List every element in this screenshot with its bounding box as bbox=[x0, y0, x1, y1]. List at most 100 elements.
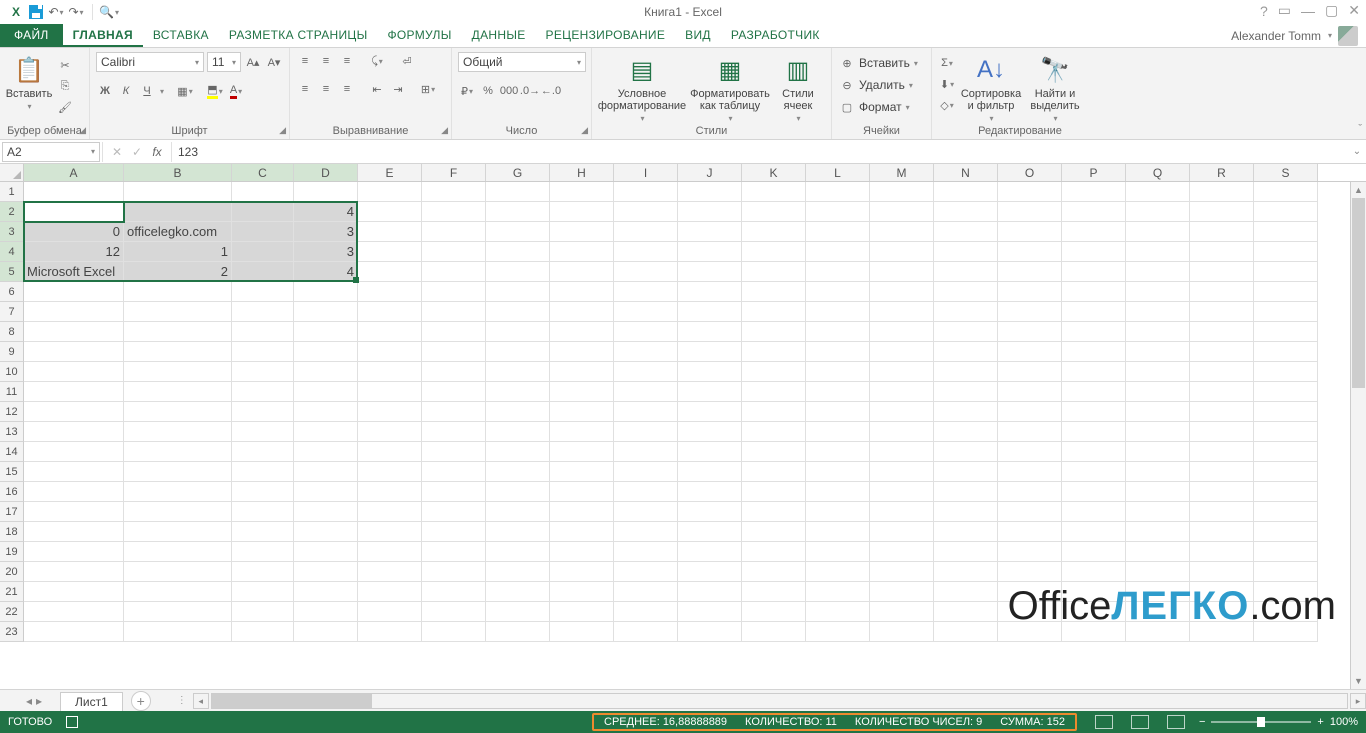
cell-R19[interactable] bbox=[1190, 542, 1254, 562]
cell-O20[interactable] bbox=[998, 562, 1062, 582]
cell-A17[interactable] bbox=[24, 502, 124, 522]
cell-G1[interactable] bbox=[486, 182, 550, 202]
cell-M22[interactable] bbox=[870, 602, 934, 622]
cell-F10[interactable] bbox=[422, 362, 486, 382]
user-account[interactable]: Alexander Tomm ▾ bbox=[1231, 24, 1366, 47]
cell-O11[interactable] bbox=[998, 382, 1062, 402]
cell-M9[interactable] bbox=[870, 342, 934, 362]
cell-H11[interactable] bbox=[550, 382, 614, 402]
fill-icon[interactable]: ⬇▾ bbox=[938, 75, 956, 93]
dialog-launcher-icon[interactable]: ◢ bbox=[279, 125, 286, 136]
cell-C5[interactable] bbox=[232, 262, 294, 282]
decrease-font-icon[interactable]: A▾ bbox=[265, 53, 283, 71]
cell-A3[interactable]: 0 bbox=[24, 222, 124, 242]
cell-B10[interactable] bbox=[124, 362, 232, 382]
cell-M10[interactable] bbox=[870, 362, 934, 382]
view-page-layout-icon[interactable] bbox=[1131, 715, 1149, 729]
cell-G22[interactable] bbox=[486, 602, 550, 622]
row-header-5[interactable]: 5 bbox=[0, 262, 24, 282]
redo-icon[interactable]: ↷▾ bbox=[68, 4, 84, 20]
cell-R16[interactable] bbox=[1190, 482, 1254, 502]
cell-A23[interactable] bbox=[24, 622, 124, 642]
cell-Q7[interactable] bbox=[1126, 302, 1190, 322]
cell-I5[interactable] bbox=[614, 262, 678, 282]
cell-H7[interactable] bbox=[550, 302, 614, 322]
cell-E2[interactable] bbox=[358, 202, 422, 222]
undo-icon[interactable]: ↶▾ bbox=[48, 4, 64, 20]
cell-C18[interactable] bbox=[232, 522, 294, 542]
cell-O12[interactable] bbox=[998, 402, 1062, 422]
cell-J7[interactable] bbox=[678, 302, 742, 322]
dialog-launcher-icon[interactable]: ◢ bbox=[581, 125, 588, 136]
cell-H19[interactable] bbox=[550, 542, 614, 562]
cell-Q8[interactable] bbox=[1126, 322, 1190, 342]
cell-J5[interactable] bbox=[678, 262, 742, 282]
column-header-M[interactable]: M bbox=[870, 164, 934, 181]
cell-M11[interactable] bbox=[870, 382, 934, 402]
tab-home[interactable]: ГЛАВНАЯ bbox=[63, 24, 143, 47]
cell-J3[interactable] bbox=[678, 222, 742, 242]
cell-P12[interactable] bbox=[1062, 402, 1126, 422]
cell-N7[interactable] bbox=[934, 302, 998, 322]
cell-H15[interactable] bbox=[550, 462, 614, 482]
cell-D3[interactable]: 3 bbox=[294, 222, 358, 242]
cell-M18[interactable] bbox=[870, 522, 934, 542]
cell-K13[interactable] bbox=[742, 422, 806, 442]
cell-B7[interactable] bbox=[124, 302, 232, 322]
format-as-table-button[interactable]: ▦ Форматировать как таблицу▾ bbox=[690, 52, 770, 123]
cell-P8[interactable] bbox=[1062, 322, 1126, 342]
zoom-control[interactable]: − + 100% bbox=[1199, 716, 1358, 728]
scroll-right-icon[interactable]: ▸ bbox=[1350, 693, 1366, 709]
cell-C3[interactable] bbox=[232, 222, 294, 242]
cell-M13[interactable] bbox=[870, 422, 934, 442]
cell-P2[interactable] bbox=[1062, 202, 1126, 222]
cell-L10[interactable] bbox=[806, 362, 870, 382]
cell-D2[interactable]: 4 bbox=[294, 202, 358, 222]
column-header-I[interactable]: I bbox=[614, 164, 678, 181]
cell-E16[interactable] bbox=[358, 482, 422, 502]
cell-G2[interactable] bbox=[486, 202, 550, 222]
clear-icon[interactable]: ◇▾ bbox=[938, 96, 956, 114]
cell-S15[interactable] bbox=[1254, 462, 1318, 482]
cell-M2[interactable] bbox=[870, 202, 934, 222]
cell-P1[interactable] bbox=[1062, 182, 1126, 202]
cell-K20[interactable] bbox=[742, 562, 806, 582]
cell-B19[interactable] bbox=[124, 542, 232, 562]
cell-O7[interactable] bbox=[998, 302, 1062, 322]
cell-C21[interactable] bbox=[232, 582, 294, 602]
cell-D13[interactable] bbox=[294, 422, 358, 442]
cell-S16[interactable] bbox=[1254, 482, 1318, 502]
cell-D21[interactable] bbox=[294, 582, 358, 602]
cell-N2[interactable] bbox=[934, 202, 998, 222]
close-icon[interactable]: ✕ bbox=[1348, 2, 1360, 19]
tab-data[interactable]: ДАННЫЕ bbox=[462, 24, 536, 47]
cut-icon[interactable]: ✂ bbox=[56, 56, 74, 74]
cell-H21[interactable] bbox=[550, 582, 614, 602]
tab-developer[interactable]: РАЗРАБОТЧИК bbox=[721, 24, 830, 47]
column-header-A[interactable]: A bbox=[24, 164, 124, 181]
cell-K14[interactable] bbox=[742, 442, 806, 462]
cell-O3[interactable] bbox=[998, 222, 1062, 242]
cell-F20[interactable] bbox=[422, 562, 486, 582]
cell-F1[interactable] bbox=[422, 182, 486, 202]
cell-R11[interactable] bbox=[1190, 382, 1254, 402]
cell-Q6[interactable] bbox=[1126, 282, 1190, 302]
ribbon-options-icon[interactable]: ▭ bbox=[1278, 2, 1291, 19]
sheet-tab[interactable]: Лист1 bbox=[60, 692, 123, 711]
save-icon[interactable] bbox=[28, 4, 44, 20]
cell-N13[interactable] bbox=[934, 422, 998, 442]
formula-input[interactable]: 123 bbox=[172, 145, 1348, 159]
column-header-D[interactable]: D bbox=[294, 164, 358, 181]
cell-F14[interactable] bbox=[422, 442, 486, 462]
cell-N19[interactable] bbox=[934, 542, 998, 562]
cell-O15[interactable] bbox=[998, 462, 1062, 482]
cell-H6[interactable] bbox=[550, 282, 614, 302]
cell-S4[interactable] bbox=[1254, 242, 1318, 262]
cell-N16[interactable] bbox=[934, 482, 998, 502]
cell-E5[interactable] bbox=[358, 262, 422, 282]
cell-N6[interactable] bbox=[934, 282, 998, 302]
row-header-6[interactable]: 6 bbox=[0, 282, 24, 302]
cell-F23[interactable] bbox=[422, 622, 486, 642]
cell-L5[interactable] bbox=[806, 262, 870, 282]
cell-C20[interactable] bbox=[232, 562, 294, 582]
